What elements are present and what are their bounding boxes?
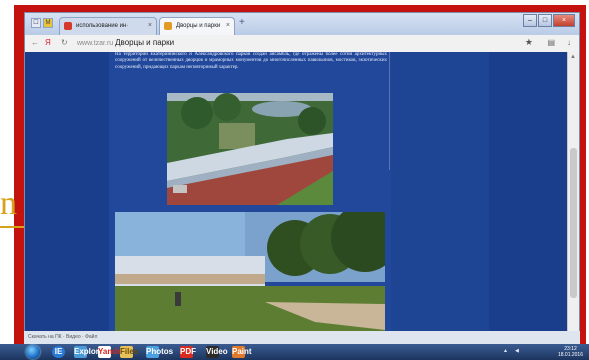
site-favicon-icon	[64, 22, 72, 30]
palace-park-photo[interactable]	[115, 212, 385, 343]
download-icon[interactable]: ↓	[567, 38, 571, 47]
url-domain: www.tzar.ru	[77, 40, 114, 47]
tab-bar: ☐ М использование ин· × Дворцы и парки ×…	[25, 13, 579, 35]
volume-icon[interactable]: ◀	[515, 348, 519, 354]
site-favicon-icon	[164, 22, 172, 30]
tab-label: Дворцы и парки	[176, 23, 221, 29]
side-column	[391, 52, 489, 343]
taskbar-app-photos[interactable]: Photos	[146, 346, 173, 358]
reload-icon[interactable]: ↻	[61, 38, 68, 47]
clock[interactable]: 23:12 18.01.2016	[558, 346, 583, 358]
network-icon[interactable]: ▲	[503, 348, 508, 354]
url-field[interactable]: www.tzar.ru Дворцы и парки	[77, 38, 174, 47]
column-divider	[389, 52, 390, 170]
start-button[interactable]	[26, 345, 40, 359]
scrollbar-thumb[interactable]	[570, 148, 577, 298]
scroll-up-icon[interactable]: ▲	[570, 54, 576, 60]
window-controls: – □ ×	[522, 14, 575, 28]
url-page-title: Дворцы и парки	[115, 38, 175, 47]
back-arrow-icon[interactable]: ←	[31, 38, 39, 47]
taskbar-app-files[interactable]: Files	[120, 346, 138, 358]
taskbar-app-video[interactable]: Video	[206, 346, 228, 358]
windows-taskbar: IE Explorer Yandex Files Photos PDF Vide…	[0, 344, 589, 360]
close-icon[interactable]: ×	[226, 18, 230, 34]
taskbar-app-pdf[interactable]: PDF	[180, 346, 196, 358]
taskbar-app-explorer[interactable]: Explorer	[74, 346, 106, 358]
taskbar-app-ie[interactable]: IE	[52, 346, 65, 358]
taskbar-app-paint[interactable]: Paint	[232, 346, 252, 358]
reading-list-icon[interactable]: ▤	[547, 38, 555, 47]
palace-aerial-photo[interactable]	[167, 93, 333, 205]
browser-status-bar: Скачать на ПК · Видео · Файл	[24, 331, 580, 344]
tab-label: использование ин·	[76, 23, 129, 29]
close-window-button[interactable]: ×	[553, 14, 575, 27]
status-text: Скачать на ПК · Видео · Файл	[28, 334, 98, 340]
web-page: На территории Екатерининского и Александ…	[25, 52, 567, 343]
tabs-menu-button[interactable]: ☐	[31, 18, 41, 28]
tab-palaces[interactable]: Дворцы и парки ×	[159, 17, 235, 35]
slide-title-fragment: n	[0, 185, 17, 222]
clock-date: 18.01.2016	[557, 352, 583, 358]
address-bar: ← Я ↻ www.tzar.ru Дворцы и парки ★ ▤ ↓	[25, 35, 579, 53]
browser-window: ☐ М использование ин· × Дворцы и парки ×…	[24, 12, 580, 344]
yandex-menu-button[interactable]: М	[43, 18, 53, 28]
system-tray: ▲ ◀ 23:12 18.01.2016	[495, 346, 585, 358]
bookmark-star-icon[interactable]: ★	[525, 37, 533, 48]
vertical-scrollbar[interactable]: ▲ ▼	[567, 52, 579, 343]
new-tab-button[interactable]: +	[239, 17, 245, 28]
taskbar-app-yandex[interactable]: Yandex	[98, 346, 126, 358]
maximize-button[interactable]: □	[538, 14, 552, 27]
yandex-logo-icon[interactable]: Я	[45, 38, 51, 47]
article-paragraph: На территории Екатерининского и Александ…	[115, 52, 387, 70]
minimize-button[interactable]: –	[523, 14, 537, 27]
tab-usage[interactable]: использование ин· ×	[59, 17, 157, 35]
close-icon[interactable]: ×	[148, 18, 152, 34]
